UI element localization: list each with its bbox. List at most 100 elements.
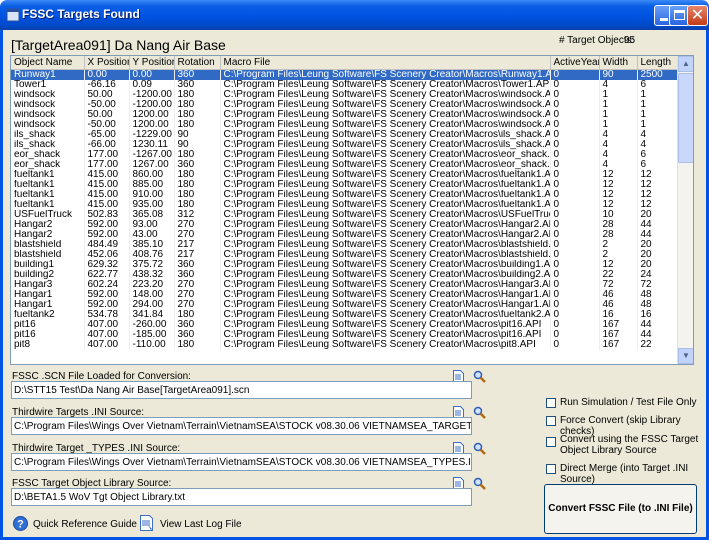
column-header[interactable]: Rotation: [174, 56, 221, 70]
table-row[interactable]: windsock -50.00 -1200.00 180 C:\Program File…: [11, 99, 679, 110]
table-row[interactable]: windsock -50.00 1200.00 180 C:\Program Files…: [11, 119, 679, 130]
direct-merge-label[interactable]: Direct Merge (into Target .INI Source): [560, 463, 705, 485]
table-cell: 294.00: [129, 299, 175, 310]
search-icon[interactable]: [473, 370, 486, 383]
convert-library-label[interactable]: Convert using the FSSC Target Object Lib…: [560, 434, 705, 456]
column-header[interactable]: ActiveYear: [550, 56, 600, 70]
table-row[interactable]: windsock 50.00 -1200.00 180 C:\Program Files…: [11, 89, 679, 100]
table-row[interactable]: ils_shack -66.00 1230.11 90 C:\Program Files…: [11, 139, 679, 150]
table-cell: 360: [174, 79, 221, 90]
table-cell: 375.72: [129, 259, 175, 270]
table-cell: 90: [174, 129, 221, 140]
table-cell: 592.00: [84, 219, 130, 230]
run-simulation-label[interactable]: Run Simulation / Test File Only: [560, 397, 705, 408]
table-cell: 1230.11: [129, 139, 175, 150]
column-header[interactable]: Width: [599, 56, 638, 70]
table-cell: C:\Program Files\Leung Software\FS Scene…: [220, 79, 551, 90]
direct-merge-checkbox[interactable]: [546, 464, 556, 474]
table-cell: 12: [637, 199, 679, 210]
table-cell: 365.08: [129, 209, 175, 220]
table-cell: 0: [550, 179, 600, 190]
table-row[interactable]: fueltank1 415.00 885.00 180 C:\Program Files…: [11, 179, 679, 190]
table-cell: 0: [550, 219, 600, 230]
scroll-down-icon[interactable]: ▼: [678, 348, 693, 364]
table-cell: 6: [637, 159, 679, 170]
table-row[interactable]: Hangar2 592.00 43.00 270 C:\Program Files\Le…: [11, 229, 679, 240]
table-cell: 592.00: [84, 299, 130, 310]
table-cell: 167: [599, 319, 638, 330]
close-button[interactable]: ✕: [687, 5, 708, 26]
table-cell: Hangar2: [11, 229, 85, 240]
table-row[interactable]: ils_shack -65.00 -1229.00 90 C:\Program File…: [11, 129, 679, 140]
log-file-icon[interactable]: [140, 515, 154, 531]
targets-ini-field[interactable]: C:\Program Files\Wings Over Vietnam\Terr…: [11, 417, 472, 435]
column-header[interactable]: Length: [637, 56, 679, 70]
help-icon[interactable]: ?: [13, 516, 28, 531]
column-header[interactable]: Y Position: [129, 56, 175, 70]
scroll-up-icon[interactable]: ▲: [678, 56, 693, 72]
table-cell: 4: [599, 139, 638, 150]
table-row[interactable]: pit8 407.00 -110.00 180 C:\Program Files\Leu…: [11, 339, 679, 350]
table-row[interactable]: fueltank1 415.00 910.00 180 C:\Program Files…: [11, 189, 679, 200]
targets-table[interactable]: Object Name X Position Y Position Rotati…: [10, 55, 694, 365]
table-row[interactable]: Hangar1 592.00 294.00 270 C:\Program Files\L…: [11, 299, 679, 310]
table-row[interactable]: building1 629.32 375.72 360 C:\Program Files…: [11, 259, 679, 270]
table-cell: C:\Program Files\Leung Software\FS Scene…: [220, 279, 551, 290]
table-cell: 43.00: [129, 229, 175, 240]
quick-reference-link[interactable]: Quick Reference Guide: [33, 519, 137, 530]
table-row[interactable]: fueltank2 534.78 341.84 180 C:\Program Files…: [11, 309, 679, 320]
convert-button[interactable]: Convert FSSC File (to .INI File): [544, 484, 697, 534]
table-cell: C:\Program Files\Leung Software\FS Scene…: [220, 299, 551, 310]
table-row[interactable]: Tower1 -66.16 0.09 360 C:\Program Files\Leun…: [11, 79, 679, 90]
table-cell: fueltank1: [11, 199, 85, 210]
table-cell: 48: [637, 299, 679, 310]
table-row[interactable]: USFuelTruck 502.83 365.08 312 C:\Program Fil…: [11, 209, 679, 220]
library-field[interactable]: D:\BETA1.5 WoV Tgt Object Library.txt: [11, 488, 472, 506]
table-cell: 148.00: [129, 289, 175, 300]
table-row[interactable]: Hangar1 592.00 148.00 270 C:\Program Files\L…: [11, 289, 679, 300]
table-cell: 90: [599, 69, 638, 80]
table-row[interactable]: windsock 50.00 1200.00 180 C:\Program Files\…: [11, 109, 679, 120]
table-cell: windsock: [11, 99, 85, 110]
search-icon[interactable]: [473, 442, 486, 455]
scroll-thumb[interactable]: [678, 73, 693, 163]
table-cell: pit16: [11, 329, 85, 340]
force-convert-checkbox[interactable]: [546, 416, 556, 426]
view-log-link[interactable]: View Last Log File: [160, 519, 242, 530]
table-row[interactable]: eor_shack 177.00 -1267.00 180 C:\Program Fil…: [11, 149, 679, 160]
table-cell: 0: [550, 109, 600, 120]
table-scrollbar[interactable]: ▲ ▼: [677, 56, 693, 364]
table-row[interactable]: Hangar3 602.24 223.20 270 C:\Program Files\L…: [11, 279, 679, 290]
column-header[interactable]: Macro File: [220, 56, 551, 70]
table-cell: 385.10: [129, 239, 175, 250]
table-row[interactable]: fueltank1 415.00 935.00 180 C:\Program Files…: [11, 199, 679, 210]
table-cell: blastshield: [11, 239, 85, 250]
table-row[interactable]: pit16 407.00 -260.00 360 C:\Program Files\Le…: [11, 319, 679, 330]
scn-file-field[interactable]: D:\STT15 Test\Da Nang Air Base[TargetAre…: [11, 381, 472, 399]
table-row[interactable]: building2 622.77 438.32 360 C:\Program Files…: [11, 269, 679, 280]
table-cell: Hangar3: [11, 279, 85, 290]
convert-library-checkbox[interactable]: [546, 437, 556, 447]
table-row[interactable]: fueltank1 415.00 860.00 180 C:\Program Files…: [11, 169, 679, 180]
table-cell: 217: [174, 239, 221, 250]
table-cell: 4: [599, 149, 638, 160]
table-cell: fueltank1: [11, 189, 85, 200]
column-header[interactable]: X Position: [84, 56, 130, 70]
table-cell: 1: [637, 89, 679, 100]
dialog-body: [TargetArea091] Da Nang Air Base # Targe…: [0, 30, 709, 540]
table-row[interactable]: blastshield 484.49 385.10 217 C:\Program Fil…: [11, 239, 679, 250]
search-icon[interactable]: [473, 477, 486, 490]
table-cell: 1: [637, 99, 679, 110]
table-row[interactable]: blastshield 452.06 408.76 217 C:\Program Fil…: [11, 249, 679, 260]
column-header[interactable]: Object Name: [11, 56, 85, 70]
table-row[interactable]: pit16 407.00 -185.00 360 C:\Program Files\Le…: [11, 329, 679, 340]
table-cell: 415.00: [84, 169, 130, 180]
table-row[interactable]: Hangar2 592.00 93.00 270 C:\Program Files\Le…: [11, 219, 679, 230]
types-ini-field[interactable]: C:\Program Files\Wings Over Vietnam\Terr…: [11, 453, 472, 471]
table-cell: 407.00: [84, 329, 130, 340]
search-icon[interactable]: [473, 406, 486, 419]
table-cell: 0: [550, 269, 600, 280]
table-row[interactable]: Runway1 0.00 0.00 360 C:\Program Files\Leung…: [11, 69, 679, 80]
table-row[interactable]: eor_shack 177.00 1267.00 360 C:\Program File…: [11, 159, 679, 170]
run-simulation-checkbox[interactable]: [546, 398, 556, 408]
